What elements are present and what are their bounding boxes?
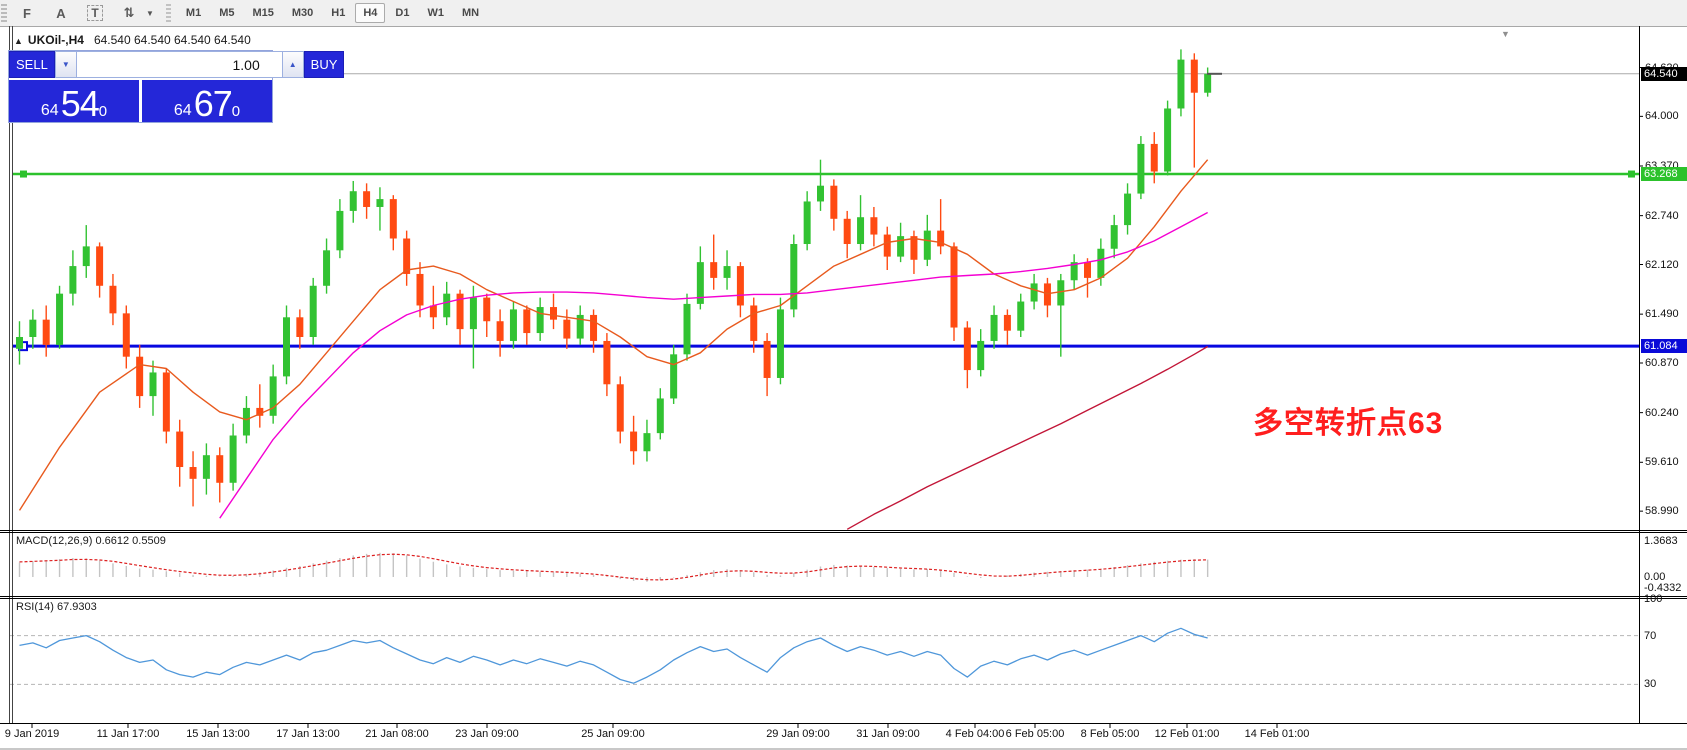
- price-axis-tick: 64.000: [1645, 110, 1679, 123]
- sell-price-big-figure: 64: [40, 102, 59, 119]
- time-axis-label: 8 Feb 05:00: [1080, 728, 1140, 740]
- timeframe-button-h4[interactable]: H4: [355, 3, 386, 23]
- toolbar-icon-group: F A T ⇅: [10, 3, 146, 23]
- chart-annotation-text: 多空转折点63: [1253, 407, 1444, 440]
- buy-price-fraction: 0: [231, 103, 241, 120]
- rsi-axis-tick: 70: [1644, 629, 1657, 642]
- sell-price-pips: 54: [60, 83, 100, 124]
- symbol-timeframe-label: UKOil-,H4: [27, 33, 84, 47]
- timeframe-button-m5[interactable]: M5: [211, 3, 242, 23]
- sell-price-panel[interactable]: 64 54 0: [9, 80, 139, 122]
- timeframe-button-w1[interactable]: W1: [419, 3, 452, 23]
- price-axis-tick: 62.740: [1645, 209, 1679, 222]
- time-axis-label: 4 Feb 04:00: [945, 728, 1005, 740]
- price-axis-tick: 62.120: [1645, 258, 1679, 271]
- price-axis-tick: 59.610: [1645, 456, 1679, 469]
- chevron-down-icon[interactable]: ▼: [146, 9, 154, 18]
- volume-dropdown-button[interactable]: ▼: [54, 51, 77, 78]
- template-f-icon[interactable]: F: [18, 3, 36, 23]
- macd-axis-tick: 0.00: [1644, 571, 1666, 583]
- price-axis-tick: 60.240: [1645, 406, 1679, 419]
- macd-label: MACD(12,26,9) 0.6612 0.5509: [16, 535, 166, 547]
- time-axis-label: 17 Jan 13:00: [276, 728, 340, 740]
- sell-button[interactable]: SELL: [9, 51, 55, 78]
- trading-terminal-window: { "toolbar": { "icons": [ {"name": "temp…: [0, 0, 1687, 750]
- text-label-icon[interactable]: T: [86, 3, 104, 23]
- sell-price-fraction: 0: [98, 103, 108, 120]
- timeframe-button-h1[interactable]: H1: [323, 3, 353, 23]
- time-axis-label: 23 Jan 09:00: [455, 728, 519, 740]
- volume-input[interactable]: [76, 51, 282, 78]
- time-axis-label: 15 Jan 13:00: [186, 728, 250, 740]
- font-a-icon[interactable]: A: [52, 3, 70, 23]
- timeframe-button-m30[interactable]: M30: [284, 3, 321, 23]
- time-axis-label: 12 Feb 01:00: [1154, 728, 1220, 740]
- rsi-label: RSI(14) 67.9303: [16, 601, 97, 613]
- time-axis-label: 31 Jan 09:00: [856, 728, 920, 740]
- buy-price-big-figure: 64: [173, 102, 192, 119]
- chart-title: ▲ UKOil-,H4 64.540 64.540 64.540 64.540: [14, 33, 251, 47]
- price-tag-64.540: 64.540: [1641, 66, 1687, 81]
- chart-shift-marker-icon[interactable]: ▼: [1501, 29, 1510, 39]
- price-tag-63.268: 63.268: [1641, 167, 1687, 182]
- one-click-trading-panel: SELL ▼ ▲ BUY 64 54 0 64 67 0: [8, 50, 345, 123]
- ohlc-values: 64.540 64.540 64.540 64.540: [93, 33, 251, 47]
- buy-button[interactable]: BUY: [303, 51, 345, 78]
- time-axis-label: 29 Jan 09:00: [766, 728, 830, 740]
- timeframe-button-mn[interactable]: MN: [454, 3, 487, 23]
- time-axis-label: 14 Feb 01:00: [1244, 728, 1310, 740]
- price-axis-tick: 60.870: [1645, 357, 1679, 369]
- toolbar-drag-handle[interactable]: [1, 4, 7, 22]
- buy-price-pips: 67: [193, 83, 233, 124]
- timeframe-button-m15[interactable]: M15: [244, 3, 281, 23]
- time-axis-label: 25 Jan 09:00: [581, 728, 645, 740]
- price-tag-61.084: 61.084: [1641, 339, 1687, 354]
- timeframe-button-d1[interactable]: D1: [387, 3, 417, 23]
- buy-price-panel[interactable]: 64 67 0: [142, 80, 272, 122]
- collapse-triangle-icon[interactable]: ▲: [14, 36, 23, 46]
- timeframe-button-m1[interactable]: M1: [178, 3, 209, 23]
- price-axis-tick: 61.490: [1645, 308, 1679, 321]
- rsi-axis-tick: 100: [1644, 593, 1663, 605]
- arrows-dropdown-icon[interactable]: ⇅: [120, 3, 138, 23]
- macd-axis-tick: 1.3683: [1644, 535, 1678, 547]
- time-axis-label: 9 Jan 2019: [4, 728, 60, 740]
- time-axis-label: 21 Jan 08:00: [365, 728, 429, 740]
- volume-increase-button[interactable]: ▲: [281, 51, 304, 78]
- toolbar: F A T ⇅ ▼ M1 M5 M15 M30 H1 H4 D1 W1 MN: [0, 0, 1687, 27]
- time-axis-label: 6 Feb 05:00: [1005, 728, 1065, 740]
- toolbar-separator: [165, 4, 171, 22]
- time-axis-label: 11 Jan 17:00: [96, 728, 160, 740]
- rsi-axis-tick: 30: [1644, 678, 1657, 691]
- timeframe-button-group: M1 M5 M15 M30 H1 H4 D1 W1 MN: [177, 3, 488, 23]
- price-axis-tick: 58.990: [1645, 505, 1679, 518]
- chart-canvas[interactable]: [0, 26, 1687, 750]
